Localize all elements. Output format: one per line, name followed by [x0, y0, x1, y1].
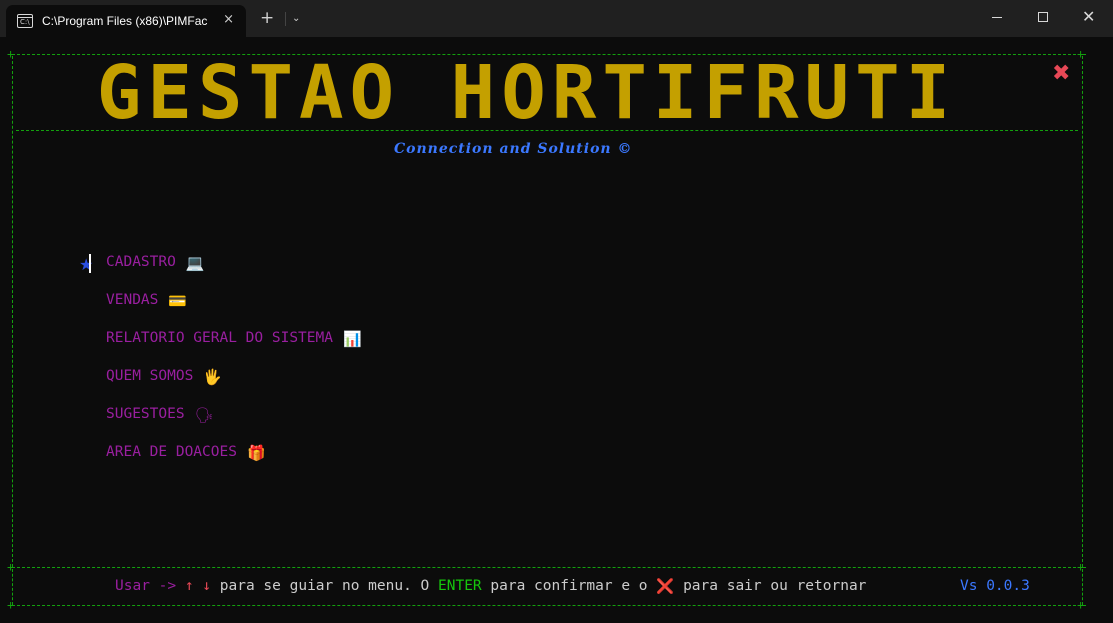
- footer-top-border: [12, 567, 1086, 568]
- maximize-button[interactable]: [1038, 12, 1048, 22]
- gift-icon: 🎁: [246, 444, 266, 462]
- footer-usar: Usar ->: [115, 578, 185, 594]
- main-menu: CADASTRO 💻 VENDAS 💳 RELATORIO GERAL DO S…: [106, 254, 362, 482]
- terminal-tab[interactable]: C:\ C:\Program Files (x86)\PIMFac ×: [6, 5, 246, 37]
- menu-item-quem-somos[interactable]: QUEM SOMOS 🖐: [106, 368, 362, 406]
- speaking-head-icon: 🗣: [194, 406, 214, 424]
- credit-card-icon: 💳: [168, 292, 188, 310]
- banner-title: GESTAO HORTIFRUTI: [87, 56, 957, 130]
- menu-item-label: RELATORIO GERAL DO SISTEMA: [106, 330, 333, 346]
- window-close-button[interactable]: ✕: [1082, 8, 1095, 26]
- chevron-down-icon[interactable]: ⌄: [292, 10, 300, 28]
- new-tab-button[interactable]: +: [260, 9, 274, 27]
- menu-item-vendas[interactable]: VENDAS 💳: [106, 292, 362, 330]
- version-label: Vs 0.0.3: [960, 578, 1030, 594]
- titlebar-separator: [285, 12, 286, 26]
- console-icon: C:\: [17, 14, 33, 28]
- app-banner: GESTAO HORTIFRUTI: [0, 56, 1113, 130]
- bar-chart-icon: 📊: [342, 330, 362, 348]
- footer-enter: ENTER: [438, 578, 491, 594]
- frame-corner: +: [1077, 560, 1085, 574]
- tab-close-icon[interactable]: ×: [223, 13, 234, 27]
- footer-text-navigate: para se guiar no menu. O: [219, 578, 439, 594]
- arrow-keys-icon: ↑ ↓: [184, 578, 220, 594]
- menu-item-label: SUGESTOES: [106, 406, 185, 422]
- window-titlebar: C:\ C:\Program Files (x86)\PIMFac × + ⌄ …: [0, 0, 1113, 37]
- menu-item-sugestoes[interactable]: SUGESTOES 🗣: [106, 406, 362, 444]
- menu-selection-star-icon: ★: [79, 255, 94, 274]
- hand-icon: 🖐: [203, 368, 222, 386]
- footer-instructions: Usar -> ↑ ↓ para se guiar no menu. O ENT…: [115, 578, 866, 595]
- frame-right-border: [1082, 56, 1083, 567]
- menu-item-label: CADASTRO: [106, 254, 176, 270]
- exit-icon[interactable]: ✖: [1052, 63, 1070, 85]
- menu-item-label: VENDAS: [106, 292, 159, 308]
- frame-corner: +: [1077, 598, 1085, 612]
- footer-text-confirm: para confirmar e o: [490, 578, 657, 594]
- menu-item-relatorio[interactable]: RELATORIO GERAL DO SISTEMA 📊: [106, 330, 362, 368]
- app-subtitle: Connection and Solution ©: [394, 141, 633, 157]
- close-icon: ❌: [656, 579, 684, 595]
- frame-corner: +: [7, 560, 15, 574]
- minimize-button[interactable]: [992, 17, 1002, 18]
- laptop-icon: 💻: [185, 254, 205, 272]
- tab-title: C:\Program Files (x86)\PIMFac: [42, 14, 208, 28]
- frame-corner: +: [7, 598, 15, 612]
- menu-item-label: AREA DE DOACOES: [106, 444, 237, 460]
- footer-text-exit: para sair ou retornar: [683, 578, 867, 594]
- frame-left-border: [12, 56, 13, 567]
- menu-item-cadastro[interactable]: CADASTRO 💻: [106, 254, 362, 292]
- menu-item-doacoes[interactable]: AREA DE DOACOES 🎁: [106, 444, 362, 482]
- menu-item-label: QUEM SOMOS: [106, 368, 194, 384]
- text-cursor: [89, 254, 91, 273]
- footer-bottom-border: [12, 605, 1086, 606]
